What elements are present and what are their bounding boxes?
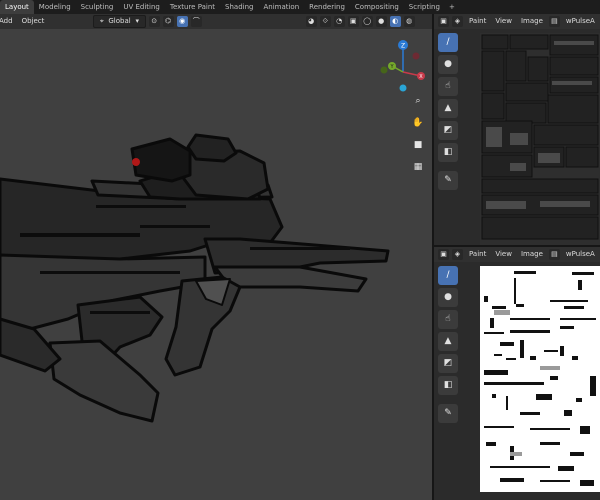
tab-sculpting[interactable]: Sculpting — [76, 0, 119, 14]
menu-image[interactable]: Image — [518, 249, 546, 260]
transform-orientation-dropdown[interactable]: ⌖ Global ▾ — [93, 15, 146, 28]
mask-icon[interactable]: ◧ — [438, 376, 458, 395]
menu-view[interactable]: View — [492, 249, 515, 260]
neg-z-axis-handle[interactable] — [399, 84, 407, 92]
z-axis-label: Z — [401, 43, 405, 50]
detail-line — [90, 311, 150, 314]
image-editor-top[interactable]: ▣ ◈ Paint View Image ▤ wPulseA ∕ ● ☝ ▲ ◩… — [434, 14, 600, 245]
detail-line — [20, 233, 140, 237]
paint-mode-icon[interactable]: ◈ — [452, 16, 463, 27]
fill-bucket-icon[interactable]: ◩ — [438, 354, 458, 373]
xray-icon[interactable]: ▣ — [347, 16, 359, 27]
rendered-shading-icon[interactable]: ◍ — [403, 16, 415, 27]
menu-object[interactable]: Object — [19, 16, 48, 27]
viewport-header: Add Object ⌖ Global ▾ ⊙ ⌬ ◉ ⌒ ◕ ⟐ ◔ ▣ ◯ … — [0, 14, 432, 29]
fill-bucket-icon[interactable]: ◩ — [438, 121, 458, 140]
texture-canvas-light — [480, 266, 600, 492]
tab-rendering[interactable]: Rendering — [304, 0, 350, 14]
proportional-edit-icon[interactable]: ◉ — [176, 16, 188, 27]
3d-viewport[interactable]: Add Object ⌖ Global ▾ ⊙ ⌬ ◉ ⌒ ◕ ⟐ ◔ ▣ ◯ … — [0, 14, 432, 500]
image-browse-icon[interactable]: ▤ — [548, 16, 560, 27]
stamp-icon[interactable]: ▲ — [438, 99, 458, 118]
texture-canvas-dark — [480, 33, 600, 245]
workspace-tab-bar: Layout Modeling Sculpting UV Editing Tex… — [0, 0, 600, 14]
detail-line — [96, 205, 186, 208]
paint-toolbar: ∕ ● ☝ ▲ ◩ ◧ ✎ — [436, 33, 460, 190]
tab-texture-paint[interactable]: Texture Paint — [165, 0, 220, 14]
image-editor-header: ▣ ◈ Paint View Image ▤ wPulseA — [434, 14, 600, 29]
brush-icon[interactable]: ∕ — [438, 33, 458, 52]
menu-image[interactable]: Image — [518, 16, 546, 27]
scope-lens-housing — [130, 137, 192, 183]
mask-icon[interactable]: ◧ — [438, 143, 458, 162]
pan-hand-icon[interactable]: ✋ — [411, 116, 425, 130]
annotate-icon[interactable]: ✎ — [438, 404, 458, 423]
add-workspace-button[interactable]: + — [445, 0, 459, 14]
detail-line — [140, 225, 210, 228]
viewport-scene — [0, 133, 390, 423]
paint-mode-icon[interactable]: ◈ — [452, 249, 463, 260]
tab-uv-editing[interactable]: UV Editing — [118, 0, 165, 14]
gizmo-toggle-icon[interactable]: ⟐ — [319, 16, 331, 27]
drop-icon[interactable]: ● — [438, 288, 458, 307]
image-editor-icon[interactable]: ▣ — [438, 16, 449, 27]
smear-icon[interactable]: ☝ — [438, 310, 458, 329]
falloff-icon[interactable]: ⌒ — [190, 16, 202, 27]
pivot-icon[interactable]: ⊙ — [148, 16, 160, 27]
paint-toolbar: ∕ ● ☝ ▲ ◩ ◧ ✎ — [436, 266, 460, 423]
tab-modeling[interactable]: Modeling — [34, 0, 76, 14]
smear-icon[interactable]: ☝ — [438, 77, 458, 96]
menu-add[interactable]: Add — [0, 16, 16, 27]
image-name[interactable]: wPulseA — [563, 249, 598, 260]
neg-y-axis-handle[interactable] — [412, 52, 420, 60]
detail-line — [250, 247, 350, 250]
annotate-icon[interactable]: ✎ — [438, 171, 458, 190]
neg-x-axis-handle[interactable] — [380, 66, 388, 74]
x-axis-label: X — [419, 74, 423, 80]
detail-line — [40, 271, 180, 274]
snap-icon[interactable]: ⌬ — [162, 16, 174, 27]
menu-view[interactable]: View — [492, 16, 515, 27]
tab-shading[interactable]: Shading — [220, 0, 258, 14]
menu-paint[interactable]: Paint — [466, 16, 489, 27]
tab-compositing[interactable]: Compositing — [350, 0, 404, 14]
menu-paint[interactable]: Paint — [466, 249, 489, 260]
scope-red-light — [132, 158, 140, 166]
grid-icon[interactable]: ▦ — [411, 160, 425, 174]
chevron-down-icon: ▾ — [135, 17, 139, 25]
weapon-front-grip — [48, 339, 160, 423]
weapon-model — [0, 133, 390, 423]
viewport-navigation-tools: ⌕ ✋ ■ ▦ — [410, 94, 426, 174]
stamp-icon[interactable]: ▲ — [438, 332, 458, 351]
image-editor-bottom[interactable]: ▣ ◈ Paint View Image ▤ wPulseA ∕ ● ☝ ▲ ◩… — [434, 247, 600, 500]
solid-shading-icon[interactable]: ● — [375, 16, 387, 27]
navigation-gizmo[interactable]: Z Y X — [378, 34, 428, 94]
tab-animation[interactable]: Animation — [258, 0, 304, 14]
tab-scripting[interactable]: Scripting — [404, 0, 445, 14]
zoom-icon[interactable]: ⌕ — [411, 94, 425, 108]
scope-hood — [186, 133, 238, 163]
image-editor-header: ▣ ◈ Paint View Image ▤ wPulseA — [434, 247, 600, 262]
tab-layout[interactable]: Layout — [0, 0, 34, 14]
transform-orientation-label: Global — [108, 17, 131, 25]
orientation-icon: ⌖ — [99, 17, 104, 25]
camera-icon[interactable]: ■ — [411, 138, 425, 152]
image-browse-icon[interactable]: ▤ — [548, 249, 560, 260]
drop-icon[interactable]: ● — [438, 55, 458, 74]
visibility-icon[interactable]: ◕ — [305, 16, 317, 27]
brush-icon[interactable]: ∕ — [438, 266, 458, 285]
material-shading-icon[interactable]: ◐ — [389, 16, 401, 27]
wireframe-shading-icon[interactable]: ◯ — [361, 16, 373, 27]
image-editor-icon[interactable]: ▣ — [438, 249, 449, 260]
overlay-icon[interactable]: ◔ — [333, 16, 345, 27]
image-name[interactable]: wPulseA — [563, 16, 598, 27]
